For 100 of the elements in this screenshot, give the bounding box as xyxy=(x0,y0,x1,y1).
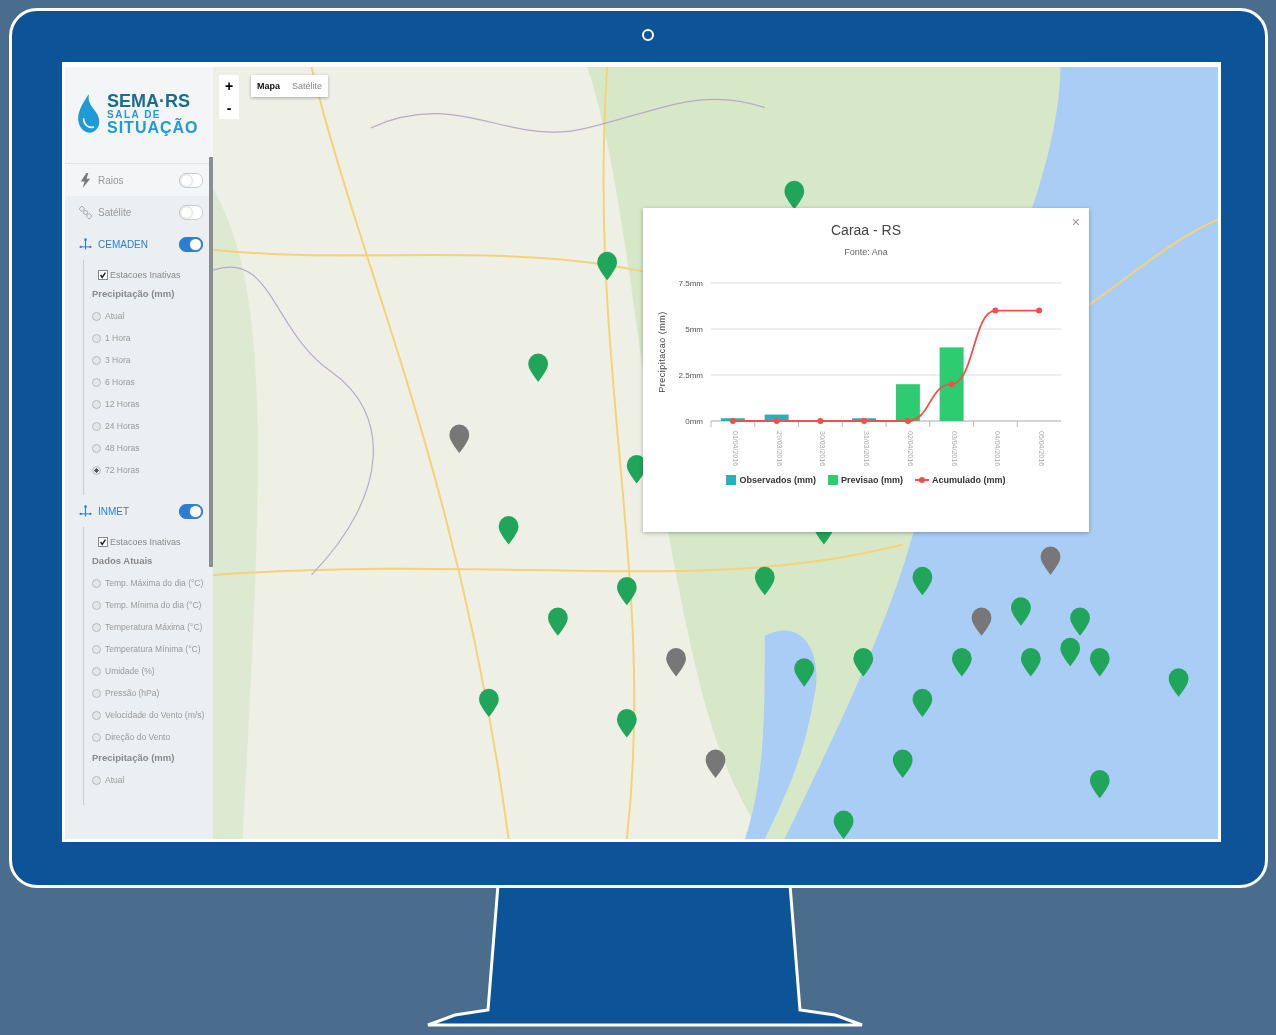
radio-button[interactable] xyxy=(92,333,101,343)
map-pin-icon[interactable] xyxy=(892,749,913,779)
map-pin-icon[interactable] xyxy=(666,648,686,677)
data-point xyxy=(729,418,736,424)
radio-label: Temperatura Máxima (°C) xyxy=(105,622,203,632)
map-pin-icon[interactable] xyxy=(1070,607,1090,636)
map-pin-icon[interactable] xyxy=(853,648,874,677)
radio-button[interactable] xyxy=(92,732,101,742)
layer-toggle[interactable] xyxy=(179,503,203,519)
map-pin-icon[interactable] xyxy=(705,749,726,779)
map-pin-icon[interactable] xyxy=(1089,648,1110,677)
checkbox[interactable] xyxy=(98,537,108,547)
map-pin-icon[interactable] xyxy=(498,516,519,545)
radio-label: 12 Horas xyxy=(105,399,140,409)
radio-label: Temperatura Mínima (°C) xyxy=(105,644,201,654)
chart-subtitle: Fonte: Ana xyxy=(844,247,888,257)
checkbox-label: Estacoes Inativas xyxy=(110,270,181,280)
brand-name: SEMA·RS xyxy=(107,92,191,110)
map-pin-icon[interactable] xyxy=(754,566,775,596)
data-point xyxy=(904,418,911,424)
map-pin-icon[interactable] xyxy=(1089,769,1110,799)
radio-button[interactable] xyxy=(92,622,101,632)
checkbox-label: Estacoes Inativas xyxy=(110,537,181,547)
map-pin-icon[interactable] xyxy=(548,607,568,636)
radio-label: 48 Horas xyxy=(105,443,140,453)
map-pin-icon[interactable] xyxy=(449,424,470,453)
radio-button[interactable] xyxy=(92,311,101,321)
radio-button[interactable] xyxy=(92,421,101,431)
section-heading: Precipitação (mm) xyxy=(92,288,176,299)
radio-label: Temp. Máxima do dia (°C) xyxy=(105,578,204,588)
axis-tick-label: 2.5mm xyxy=(678,371,703,380)
legend-label[interactable]: Acumulado (mm) xyxy=(932,475,1006,485)
radio-button[interactable] xyxy=(92,600,101,610)
radio-button[interactable] xyxy=(92,443,101,453)
map-pin-icon[interactable] xyxy=(1060,637,1081,667)
checkbox[interactable] xyxy=(98,270,108,280)
radio-label: 6 Horas xyxy=(105,377,135,387)
axis-title: Precipitacao (mm) xyxy=(657,311,667,393)
section-heading: Dados Atuais xyxy=(92,555,154,566)
radio-button[interactable] xyxy=(92,775,101,785)
layer-label: INMET xyxy=(98,505,131,517)
bar xyxy=(895,384,920,421)
layer-label: Raios xyxy=(98,174,125,186)
axis-tick-label: 7.5mm xyxy=(678,279,703,288)
axis-tick-label: 5mm xyxy=(685,325,703,334)
radio-button[interactable] xyxy=(92,644,101,654)
map-pin-icon[interactable] xyxy=(528,353,548,382)
map-pin-icon[interactable] xyxy=(912,688,933,718)
radio-label: Atual xyxy=(105,311,125,321)
axis-tick-label: 0mm xyxy=(685,417,703,426)
layer-toggle[interactable] xyxy=(179,204,203,220)
legend-swatch xyxy=(915,475,929,485)
data-point xyxy=(817,418,824,424)
legend-swatch xyxy=(726,475,737,485)
legend-label[interactable]: Previsao (mm) xyxy=(841,475,903,485)
map-pin-icon[interactable] xyxy=(597,251,617,281)
radio-button[interactable] xyxy=(92,578,101,588)
radio-button[interactable] xyxy=(92,710,101,720)
radio-label: 24 Horas xyxy=(105,421,140,431)
map-pin-icon[interactable] xyxy=(951,648,972,677)
map-type-button[interactable]: Satélite xyxy=(286,75,329,97)
data-point xyxy=(992,307,999,314)
map-pin-icon[interactable] xyxy=(616,576,637,606)
radio-button[interactable] xyxy=(92,355,101,365)
radio-label: Atual xyxy=(105,775,125,785)
radio-label: 1 Hora xyxy=(105,333,131,343)
brand-subtitle: SALA DE xyxy=(107,110,162,120)
map-pin-icon[interactable] xyxy=(1020,648,1041,677)
layer-label: Satélite xyxy=(98,206,133,218)
map-pin-icon[interactable] xyxy=(616,709,637,738)
layer-toggle[interactable] xyxy=(179,172,203,188)
data-point xyxy=(948,381,955,388)
data-point xyxy=(861,418,868,424)
legend-swatch xyxy=(828,475,838,485)
radio-button[interactable] xyxy=(92,666,101,676)
radio-button[interactable] xyxy=(92,377,101,387)
layer-toggle[interactable] xyxy=(179,236,203,252)
map-pin-icon[interactable] xyxy=(794,658,815,687)
section-heading: Precipitação (mm) xyxy=(92,752,176,763)
map-pin-icon[interactable] xyxy=(1011,597,1031,626)
radio-label: Direção do Vento xyxy=(105,732,171,742)
map-pin-icon[interactable] xyxy=(912,566,933,596)
radio-label: 72 Horas xyxy=(105,465,140,475)
radio-button[interactable] xyxy=(92,399,101,409)
camera-dot xyxy=(642,29,654,41)
map-pin-icon[interactable] xyxy=(1040,546,1061,575)
radio-button[interactable] xyxy=(92,465,101,475)
legend-label[interactable]: Observados (mm) xyxy=(739,475,816,485)
radio-label: Umidade (%) xyxy=(105,666,155,676)
map-pin-icon[interactable] xyxy=(1168,668,1189,697)
radio-label: Pressão (hPa) xyxy=(105,688,160,698)
radio-label: Temp. Mínima do dia (°C) xyxy=(105,600,202,610)
map-pin-icon[interactable] xyxy=(784,180,805,210)
map-pin-icon[interactable] xyxy=(479,688,499,718)
map-pin-icon[interactable] xyxy=(833,810,854,839)
radio-button[interactable] xyxy=(92,688,101,698)
scrollbar[interactable] xyxy=(209,157,213,567)
chart-title: Caraa - RS xyxy=(831,222,901,238)
map-pin-icon[interactable] xyxy=(971,607,992,636)
map-type-button[interactable]: Mapa xyxy=(251,75,286,97)
